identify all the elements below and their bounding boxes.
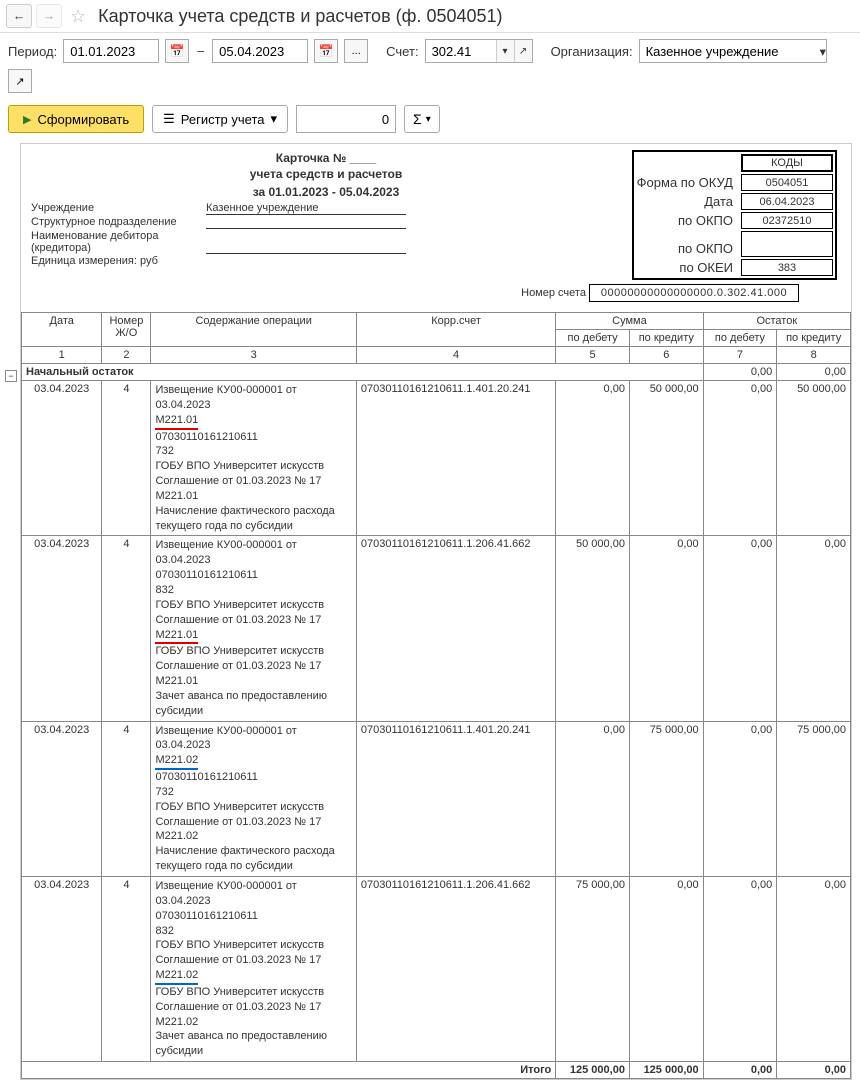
report-area: − Карточка № ____ учета средств и расчет… bbox=[20, 143, 852, 1080]
table-row: 03.04.20234Извещение КУ00-000001 от 03.0… bbox=[22, 536, 851, 721]
highlighted-code: М221.01 bbox=[155, 628, 198, 645]
codes-header: КОДЫ bbox=[741, 154, 833, 172]
org-input[interactable] bbox=[640, 40, 820, 62]
table-row: 03.04.20234Извещение КУ00-000001 от 03.0… bbox=[22, 381, 851, 536]
date-to-input[interactable] bbox=[212, 39, 308, 63]
institution-value: Казенное учреждение bbox=[206, 202, 406, 215]
period-label: Период: bbox=[8, 44, 57, 59]
collapse-toggle[interactable]: − bbox=[5, 370, 17, 382]
institution-label: Учреждение bbox=[31, 202, 206, 215]
card-title-2: учета средств и расчетов bbox=[151, 166, 501, 182]
title-bar: ← → ☆ Карточка учета средств и расчетов … bbox=[0, 0, 860, 33]
report-grid: Дата Номер Ж/О Содержание операции Корр.… bbox=[21, 312, 851, 1079]
total-row: Итого125 000,00125 000,000,000,00 bbox=[22, 1062, 851, 1079]
nav-back-button[interactable]: ← bbox=[6, 4, 32, 28]
org-field[interactable]: ▾ bbox=[639, 39, 827, 63]
actions-row: ▶ Сформировать ☰ Регистр учета ▾ Σ ▾ bbox=[0, 99, 860, 139]
subdivision-label: Структурное подразделение bbox=[31, 216, 206, 229]
list-icon: ☰ bbox=[163, 111, 175, 127]
date-from-input[interactable] bbox=[63, 39, 159, 63]
highlighted-code: М221.01 bbox=[155, 413, 198, 430]
play-icon: ▶ bbox=[23, 113, 31, 126]
org-label: Организация: bbox=[551, 44, 633, 59]
org-dropdown-icon[interactable]: ▾ bbox=[820, 44, 826, 59]
register-button[interactable]: ☰ Регистр учета ▾ bbox=[152, 105, 288, 133]
page-title: Карточка учета средств и расчетов (ф. 05… bbox=[94, 6, 502, 27]
acct-num-value: 00000000000000000.0.302.41.000 bbox=[589, 284, 799, 302]
debtor-label: Наименование дебитора (кредитора) bbox=[31, 230, 206, 254]
org-open-button[interactable]: ↗ bbox=[8, 69, 32, 93]
number-input[interactable] bbox=[296, 105, 396, 133]
calendar-from-icon[interactable]: 📅 bbox=[165, 39, 189, 63]
unit-label: Единица измерения: руб bbox=[31, 255, 206, 267]
params-row: Период: 📅 – 📅 ... Счет: ▾ ↗ Организация:… bbox=[0, 33, 860, 99]
table-row: 03.04.20234Извещение КУ00-000001 от 03.0… bbox=[22, 877, 851, 1062]
starting-balance-row: Начальный остаток0,000,00 bbox=[22, 364, 851, 381]
calendar-to-icon[interactable]: 📅 bbox=[314, 39, 338, 63]
card-title-1: Карточка № ____ bbox=[151, 150, 501, 166]
account-dropdown-icon[interactable]: ▾ bbox=[496, 40, 514, 62]
highlighted-code: М221.02 bbox=[155, 968, 198, 985]
period-picker-button[interactable]: ... bbox=[344, 39, 368, 63]
generate-button[interactable]: ▶ Сформировать bbox=[8, 105, 144, 133]
table-row: 03.04.20234Извещение КУ00-000001 от 03.0… bbox=[22, 721, 851, 876]
highlighted-code: М221.02 bbox=[155, 753, 198, 770]
favorite-star-icon[interactable]: ☆ bbox=[66, 6, 90, 27]
report-header: Карточка № ____ учета средств и расчетов… bbox=[21, 144, 851, 312]
dropdown-icon: ▾ bbox=[426, 114, 431, 125]
nav-forward-button[interactable]: → bbox=[36, 4, 62, 28]
account-field[interactable]: ▾ ↗ bbox=[425, 39, 533, 63]
account-input[interactable] bbox=[426, 40, 496, 62]
account-open-icon[interactable]: ↗ bbox=[514, 40, 532, 62]
account-label: Счет: bbox=[386, 44, 418, 59]
dropdown-icon: ▾ bbox=[271, 111, 278, 127]
sigma-button[interactable]: Σ ▾ bbox=[404, 105, 440, 133]
codes-table: КОДЫ Форма по ОКУД0504051 Дата06.04.2023… bbox=[632, 150, 837, 280]
acct-num-label: Номер счета bbox=[521, 287, 586, 299]
card-period: за 01.01.2023 - 05.04.2023 bbox=[151, 184, 501, 200]
